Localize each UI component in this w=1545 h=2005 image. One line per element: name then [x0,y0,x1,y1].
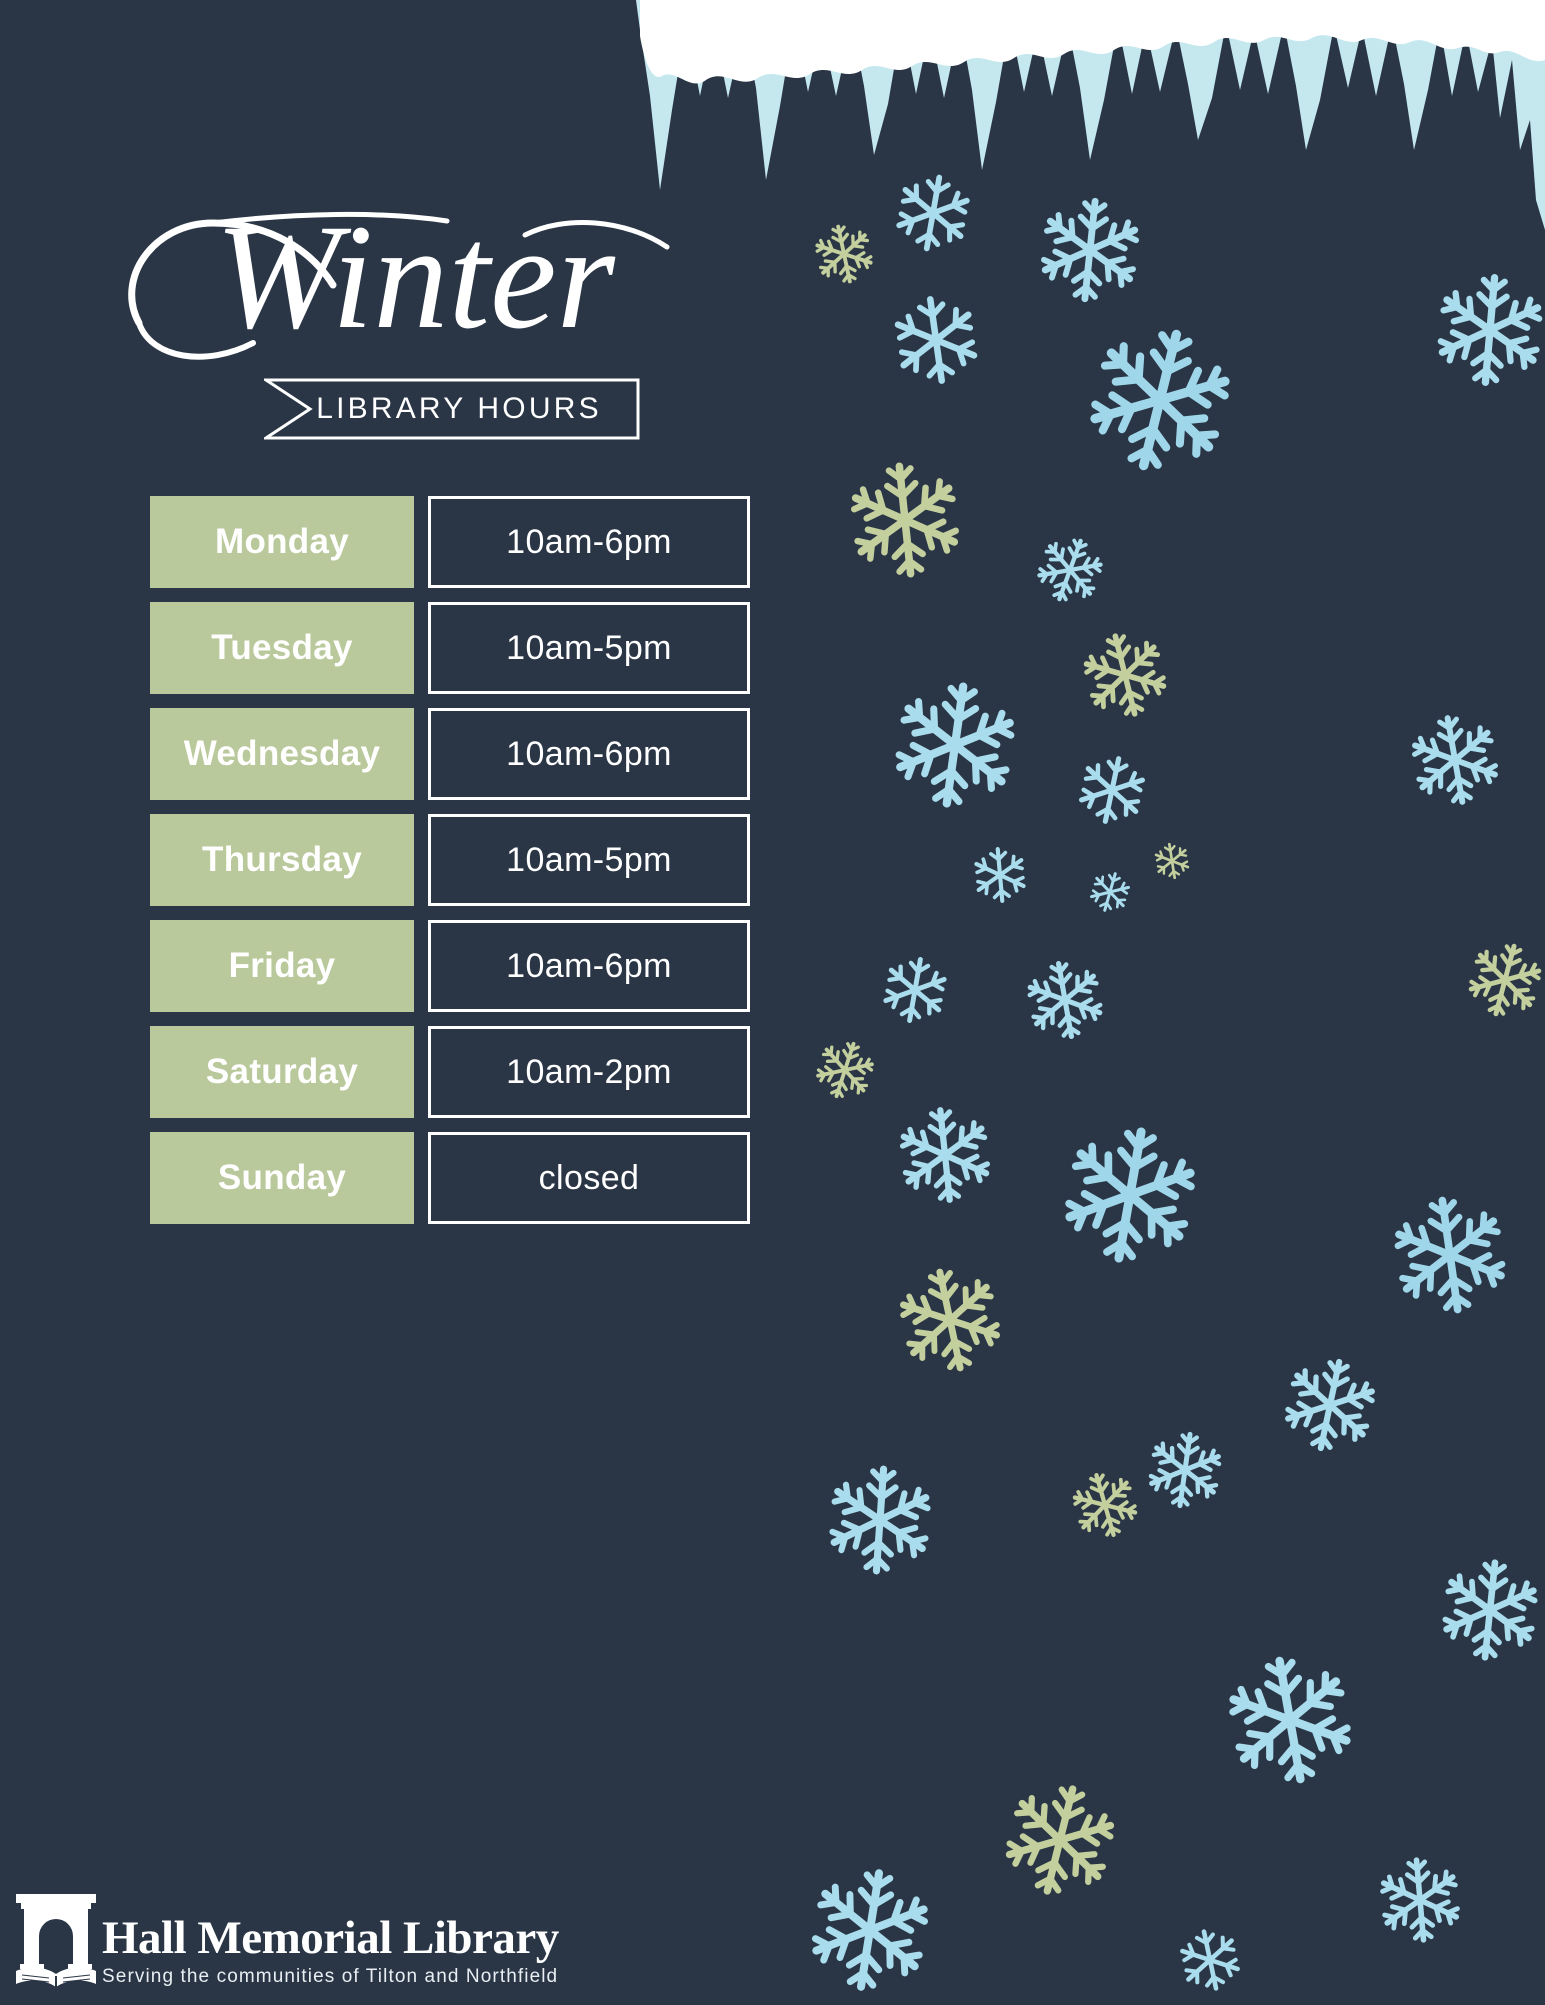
hours-value: 10am-5pm [428,814,750,906]
table-row: Wednesday 10am-6pm [150,708,750,800]
hours-table: Monday 10am-6pm Tuesday 10am-5pm Wednesday 10… [150,496,750,1238]
library-tagline: Serving the communities of Tilton and No… [102,1966,559,1987]
hours-value: 10am-6pm [428,708,750,800]
day-label: Wednesday [150,708,414,800]
library-hours-banner: LIBRARY HOURS [264,378,640,440]
day-label: Sunday [150,1132,414,1224]
day-label: Thursday [150,814,414,906]
day-label: Tuesday [150,602,414,694]
table-row: Monday 10am-6pm [150,496,750,588]
day-label: Saturday [150,1026,414,1118]
table-row: Sunday closed [150,1132,750,1224]
logo-text-block: Hall Memorial Library Serving the commun… [102,1915,559,1992]
hours-value: 10am-5pm [428,602,750,694]
library-archway-book-icon [16,1894,96,1987]
hours-value: 10am-6pm [428,920,750,1012]
hours-value: closed [428,1132,750,1224]
table-row: Tuesday 10am-5pm [150,602,750,694]
table-row: Friday 10am-6pm [150,920,750,1012]
table-row: Saturday 10am-2pm [150,1026,750,1118]
hours-value: 10am-6pm [428,496,750,588]
table-row: Thursday 10am-5pm [150,814,750,906]
banner-label: LIBRARY HOURS [316,392,602,425]
hours-value: 10am-2pm [428,1026,750,1118]
library-name: Hall Memorial Library [102,1912,559,1964]
page-title: Winter [0,175,830,390]
library-logo: Hall Memorial Library Serving the commun… [14,1882,559,1992]
poster-content: Winter LIBRARY HOURS Monday 10am-6pm Tuesd… [0,0,830,2000]
day-label: Friday [150,920,414,1012]
day-label: Monday [150,496,414,588]
